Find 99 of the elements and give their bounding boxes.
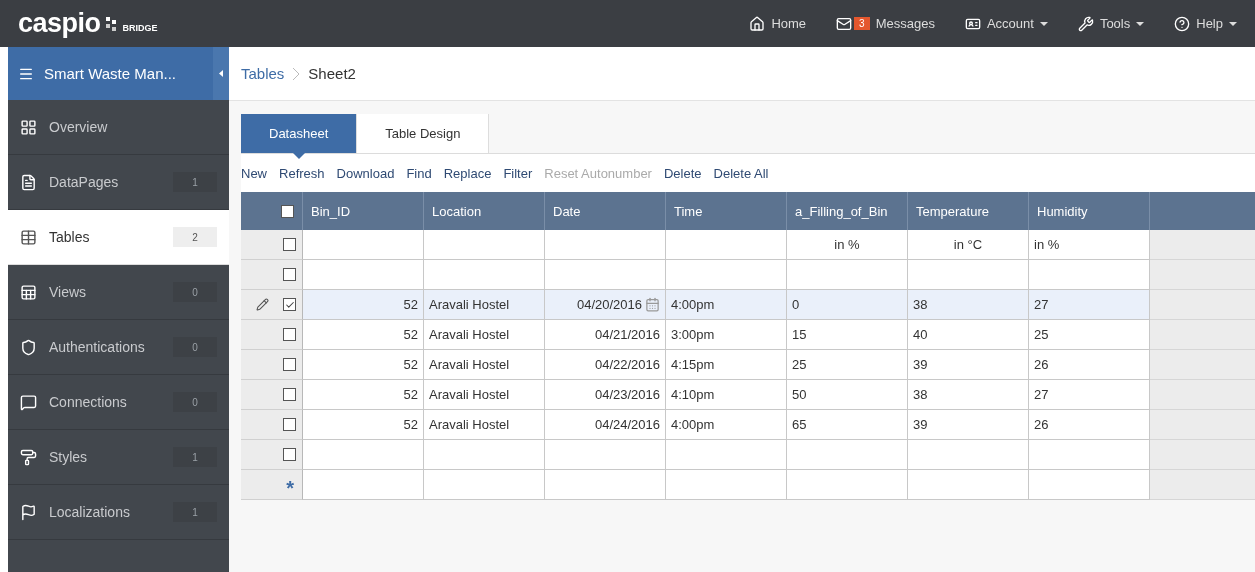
wrench-icon: [1077, 15, 1094, 32]
nav-link[interactable]: 3 Messages: [836, 15, 935, 32]
grid-icon: [20, 118, 37, 136]
table-cell: 04/20/2016: [545, 290, 666, 320]
table-cell: 04/22/2016: [545, 350, 666, 380]
home-icon: [749, 15, 766, 32]
table-cell: 52: [303, 410, 424, 440]
nav-link[interactable]: Home: [749, 15, 807, 32]
app-title: Smart Waste Man...: [44, 65, 176, 82]
toolbar-link[interactable]: New: [241, 165, 267, 181]
new-row-marker: *: [286, 477, 294, 498]
checkbox[interactable]: [283, 388, 296, 401]
toolbar-link[interactable]: Refresh: [279, 165, 325, 181]
table-cell: 52: [303, 320, 424, 350]
table-cell: 25: [1029, 320, 1150, 350]
table-icon: [20, 228, 37, 246]
checkbox[interactable]: [283, 298, 296, 311]
table-cell: 25: [787, 350, 908, 380]
table-cell: in %: [1029, 230, 1150, 260]
collapse-handle[interactable]: [213, 47, 229, 100]
checkbox[interactable]: [283, 268, 296, 281]
table-cell: 26: [1029, 410, 1150, 440]
table-cell: 0: [787, 290, 908, 320]
count-badge: 1: [173, 502, 217, 522]
nav-link[interactable]: Account: [964, 15, 1048, 32]
table-cell: 4:00pm: [666, 290, 787, 320]
shield-icon: [20, 338, 37, 356]
table-cell: 38: [908, 290, 1029, 320]
count-badge: 2: [173, 227, 217, 247]
nav-link[interactable]: Help: [1174, 15, 1237, 32]
count-badge: 1: [173, 172, 217, 192]
message-count-badge: 3: [854, 17, 870, 30]
table-cell: 50: [787, 380, 908, 410]
table-cell: in °C: [908, 230, 1029, 260]
table-cell: Aravali Hostel: [424, 290, 545, 320]
logo-subtitle: BRIDGE: [122, 22, 158, 33]
table-cell: 39: [908, 350, 1029, 380]
table-cell: 38: [908, 380, 1029, 410]
table-icon: [20, 283, 37, 301]
tab[interactable]: Table Design: [357, 114, 490, 153]
chat-bubble-icon: [20, 393, 37, 411]
document-icon: [20, 173, 37, 191]
table-cell: 4:15pm: [666, 350, 787, 380]
table-cell: 26: [1029, 350, 1150, 380]
table-cell: 15: [787, 320, 908, 350]
checkbox[interactable]: [281, 204, 294, 218]
envelope-icon: [836, 15, 853, 32]
table-cell: Aravali Hostel: [424, 350, 545, 380]
paint-roller-icon: [20, 448, 37, 466]
count-badge: 1: [173, 447, 217, 467]
chevron-icon: [292, 66, 301, 81]
count-badge: 0: [173, 337, 217, 357]
column-header[interactable]: a_Filling_of_Bin: [787, 192, 908, 230]
table-cell: 3:00pm: [666, 320, 787, 350]
toolbar-link[interactable]: Download: [336, 165, 395, 181]
table-cell: 40: [908, 320, 1029, 350]
breadcrumb-current: Sheet2: [308, 65, 356, 82]
table-cell: Aravali Hostel: [424, 320, 545, 350]
table-cell: 04/23/2016: [545, 380, 666, 410]
logo-dots-icon: [104, 14, 119, 33]
toolbar-link[interactable]: Filter: [503, 165, 533, 181]
toolbar-link[interactable]: Delete: [663, 165, 702, 181]
table-cell: Aravali Hostel: [424, 410, 545, 440]
column-header[interactable]: Temperature: [908, 192, 1029, 230]
breadcrumb-link[interactable]: Tables: [241, 65, 285, 82]
table-cell: 52: [303, 380, 424, 410]
table-cell: 04/21/2016: [545, 320, 666, 350]
checkbox[interactable]: [283, 238, 296, 251]
table-cell: Aravali Hostel: [424, 380, 545, 410]
column-header[interactable]: Humidity: [1029, 192, 1150, 230]
table-cell: in %: [787, 230, 908, 260]
table-cell: 4:10pm: [666, 380, 787, 410]
column-header[interactable]: Date: [545, 192, 666, 230]
table-cell: 52: [303, 290, 424, 320]
toolbar-link[interactable]: Delete All: [713, 165, 769, 181]
column-header[interactable]: Bin_ID: [303, 192, 424, 230]
checkbox[interactable]: [283, 328, 296, 341]
column-header[interactable]: Time: [666, 192, 787, 230]
help-icon: [1174, 15, 1191, 32]
table-cell: 65: [787, 410, 908, 440]
count-badge: 0: [173, 282, 217, 302]
checkbox[interactable]: [283, 418, 296, 431]
flag-icon: [20, 503, 37, 521]
table-cell: 27: [1029, 380, 1150, 410]
table-cell: 52: [303, 350, 424, 380]
checkbox[interactable]: [283, 358, 296, 371]
checkbox[interactable]: [283, 448, 296, 461]
count-badge: 0: [173, 392, 217, 412]
nav-link[interactable]: Tools: [1077, 15, 1145, 32]
table-cell: 39: [908, 410, 1029, 440]
table-cell: 4:00pm: [666, 410, 787, 440]
toolbar-link[interactable]: Replace: [443, 165, 492, 181]
logo-wordmark: caspio: [18, 8, 101, 39]
checkmark-icon: [284, 299, 295, 310]
toolbar-link[interactable]: Find: [406, 165, 432, 181]
table-cell: 04/24/2016: [545, 410, 666, 440]
column-header[interactable]: Location: [424, 192, 545, 230]
sidebar-item[interactable]: Tables 2: [8, 210, 229, 265]
table-cell: 27: [1029, 290, 1150, 320]
